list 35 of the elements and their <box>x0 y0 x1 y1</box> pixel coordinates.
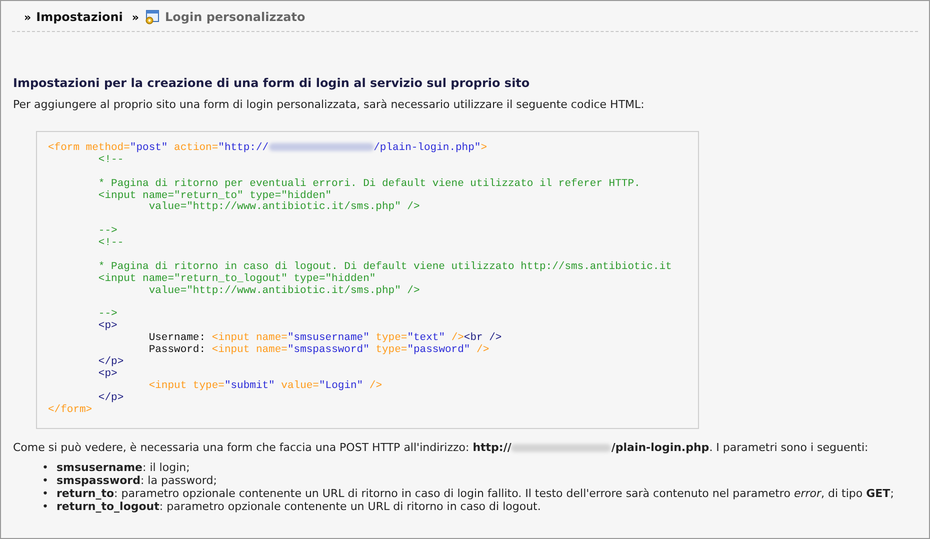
code-line: <input name="return_to" type="hidden" <box>97 190 332 202</box>
parameter-item: smsusername: il login; <box>56 461 190 474</box>
code-line: Username: <input name="smsusername" type="text" /><br /> <box>148 333 503 344</box>
code-line: --> <box>97 309 118 322</box>
bullet: • <box>42 474 48 488</box>
intro-paragraph: Per aggiungere al proprio sito una form di login personalizzata, sarà necessario utilizzare il seguente codice HTML: <box>13 98 646 111</box>
breadcrumb-separator: » <box>24 10 32 24</box>
code-line: --> <box>97 226 118 238</box>
section-heading: Impostazioni per la creazione di una form di login al servizio sul proprio sito <box>13 76 531 90</box>
code-line: <form method="post" action="http:// /plain-login.php"> <box>48 143 488 155</box>
explanation-paragraph: Come si può vedere, è necessaria una form che faccia una POST HTTP all'indirizzo: http:// /plain-login.php. I parametri sono i seguenti: <box>13 441 870 454</box>
code-line: <p> <box>97 321 118 334</box>
code-line: * Pagina di ritorno in caso di logout. Di default viene utilizzato http://sms.antibiotic.it <box>97 262 673 273</box>
bullet: • <box>42 487 48 500</box>
code-line: <input name="return_to_logout" type="hidden" <box>97 274 377 285</box>
code-line: <!-- <box>97 238 125 250</box>
code-line: </form> <box>48 404 94 416</box>
code-line: Password: <input name="smspassword" type="password" /> <box>148 345 490 358</box>
code-line: <input type="submit" value="Login" /> <box>148 380 383 393</box>
code-line: <p> <box>97 368 118 381</box>
parameter-item: smspassword: la password; <box>56 474 217 488</box>
bullet: • <box>42 461 48 474</box>
breadcrumb-link[interactable]: Login personalizzato <box>165 10 306 24</box>
code-line: value="http://www.antibiotic.it/sms.php" /> <box>148 286 421 298</box>
code-line: * Pagina di ritorno per eventuali errori. Di default viene utilizzato il referer HTTP. <box>97 178 642 190</box>
code-line: value="http://www.antibiotic.it/sms.php" /> <box>148 202 421 214</box>
window-gear-icon <box>144 9 160 25</box>
parameter-item: return_to_logout: parametro opzionale contenente un URL di ritorno in caso di logout. <box>56 500 541 514</box>
breadcrumb-separator: » <box>132 10 139 24</box>
bullet: • <box>42 500 48 514</box>
code-line: <!-- <box>97 154 125 167</box>
parameter-item: return_to: parametro opzionale contenente un URL di ritorno in caso di login fallito. Il testo dell'errore sarà contenuto nel parametro error, di tipo GET; <box>56 487 894 500</box>
code-line: </p> <box>97 357 125 369</box>
breadcrumb-link[interactable]: Impostazioni <box>36 10 123 24</box>
code-line: </p> <box>97 392 125 405</box>
